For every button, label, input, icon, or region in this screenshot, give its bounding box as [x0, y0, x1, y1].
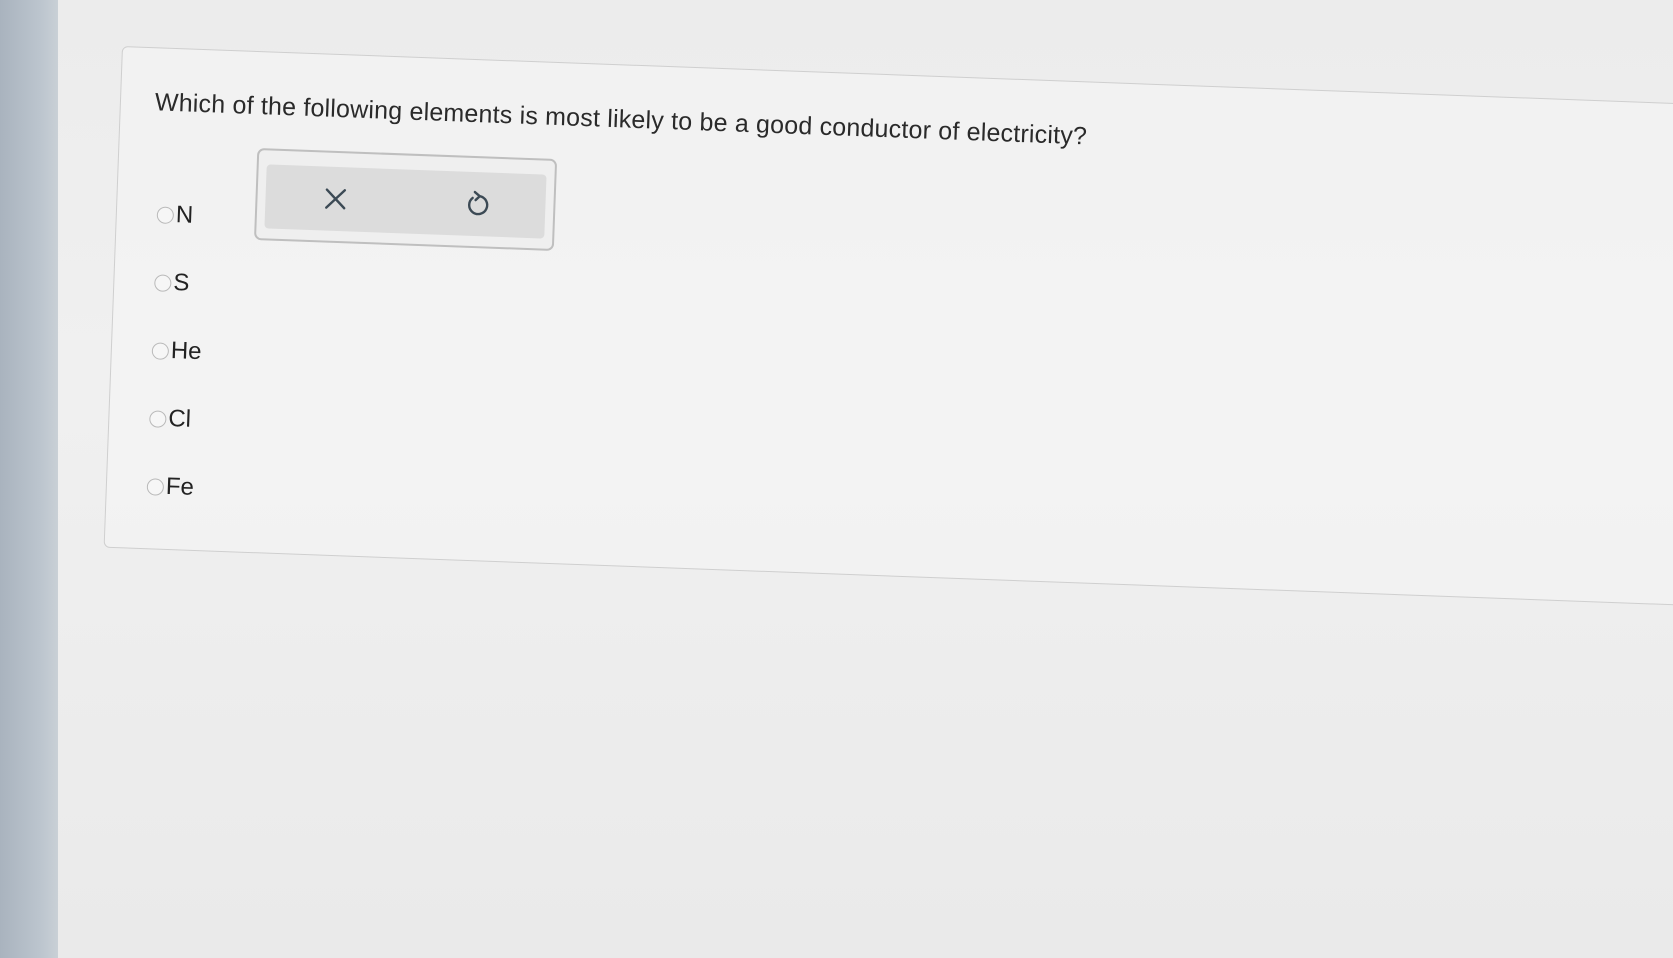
radio-button[interactable] — [151, 341, 170, 360]
radio-button[interactable] — [146, 477, 165, 496]
undo-icon — [468, 190, 489, 216]
option-fe[interactable]: Fe — [146, 452, 198, 522]
answer-toolbox — [253, 148, 558, 251]
question-card: Which of the following elements is most … — [103, 46, 1673, 607]
question-text: Which of the following elements is most … — [154, 88, 1088, 151]
option-n[interactable]: N — [156, 180, 208, 250]
option-label: Fe — [165, 472, 195, 501]
undo-button[interactable] — [455, 183, 500, 225]
radio-button[interactable] — [154, 273, 172, 292]
option-label: N — [175, 201, 194, 229]
screen-bezel — [0, 0, 58, 958]
radio-button[interactable] — [156, 205, 175, 224]
close-icon — [325, 188, 347, 210]
option-he[interactable]: He — [151, 316, 203, 386]
answer-options: N S He Cl Fe — [146, 180, 208, 522]
option-cl[interactable]: Cl — [148, 384, 200, 454]
option-label: S — [172, 269, 190, 297]
radio-button[interactable] — [149, 409, 167, 428]
clear-button[interactable] — [313, 178, 358, 220]
option-s[interactable]: S — [153, 248, 205, 318]
option-label: He — [170, 337, 203, 366]
toolbox-panel — [264, 164, 547, 239]
option-label: Cl — [167, 404, 192, 433]
